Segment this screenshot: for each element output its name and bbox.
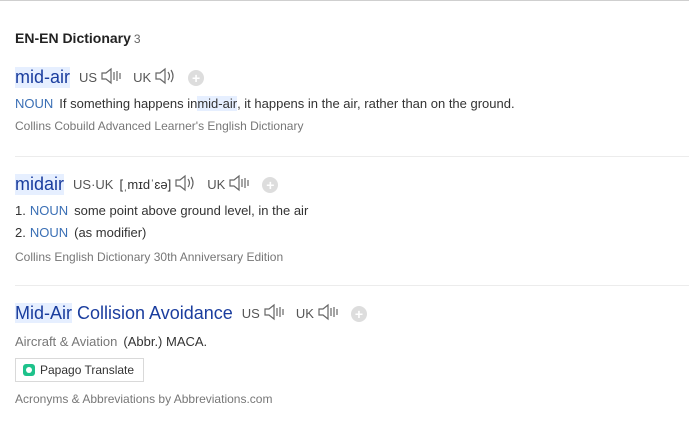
section-title-text: EN-EN Dictionary	[15, 30, 131, 46]
part-of-speech: NOUN	[29, 225, 69, 240]
source-label: Acronyms & Abbreviations by Abbreviation…	[15, 392, 273, 406]
headword-link[interactable]: mid-air	[15, 67, 71, 88]
papago-translate-button[interactable]: Papago Translate	[15, 358, 145, 382]
sense-number: 1.	[15, 203, 26, 218]
result-count: 3	[133, 32, 141, 46]
papago-translate-label: Papago Translate	[40, 363, 135, 377]
speaker-icon[interactable]	[154, 67, 178, 88]
section-title: EN-EN Dictionary 3	[15, 30, 141, 46]
divider	[15, 156, 689, 157]
source-label: Collins English Dictionary 30th Annivers…	[15, 250, 284, 264]
source-label: Collins Cobuild Advanced Learner's Engli…	[15, 119, 304, 133]
dictionary-panel: { "section": { "title": "EN-EN Dictionar…	[0, 0, 689, 438]
speaker-icon[interactable]	[317, 303, 341, 324]
sense-text: some point above ground level, in the ai…	[74, 203, 309, 218]
definition-highlight: mid-air	[197, 96, 238, 111]
papago-logo-icon	[23, 364, 35, 376]
divider	[15, 285, 689, 286]
speaker-icon[interactable]	[100, 67, 124, 88]
definition-text: (Abbr.) MACA.	[123, 334, 208, 349]
add-wordbook-button[interactable]: +	[262, 176, 279, 193]
entry-mid-air-collision-avoidance: Mid-Air Collision Avoidance US UK + Airc…	[15, 303, 689, 406]
sense-number: 2.	[15, 225, 26, 240]
sense-row: 1. NOUN some point above ground level, i…	[15, 203, 689, 218]
headword-highlight: Mid-Air	[15, 303, 72, 323]
speaker-icon[interactable]	[263, 303, 287, 324]
definition-text-before: If something happens in	[59, 96, 198, 111]
speaker-icon[interactable]	[228, 174, 252, 195]
us-label: US	[79, 70, 98, 85]
sense-row: 2. NOUN (as modifier)	[15, 225, 689, 240]
part-of-speech: NOUN	[29, 203, 69, 218]
us-label: US	[241, 306, 260, 321]
us-uk-label: US·UK	[73, 177, 114, 192]
uk-label: UK	[207, 177, 226, 192]
headword-link[interactable]: midair	[15, 174, 65, 195]
sense-text: (as modifier)	[74, 225, 147, 240]
definition-text-after: , it happens in the air, rather than on …	[237, 96, 515, 111]
speaker-icon[interactable]	[174, 174, 198, 195]
part-of-speech: NOUN	[15, 96, 54, 111]
headword-link[interactable]: Mid-Air Collision Avoidance	[15, 303, 233, 324]
add-wordbook-button[interactable]: +	[188, 69, 205, 86]
entry-mid-air: mid-air US UK + NOUN If something happen…	[15, 67, 689, 133]
ipa-text: [ˌmɪdˈɛə]	[119, 177, 172, 192]
entry-midair: midair US·UK [ˌmɪdˈɛə] UK + 1. NOUN some…	[15, 174, 689, 264]
domain-label: Aircraft & Aviation	[15, 334, 118, 349]
uk-label: UK	[295, 306, 314, 321]
headword-rest: Collision Avoidance	[72, 303, 233, 323]
uk-label: UK	[133, 70, 152, 85]
add-wordbook-button[interactable]: +	[350, 305, 367, 322]
